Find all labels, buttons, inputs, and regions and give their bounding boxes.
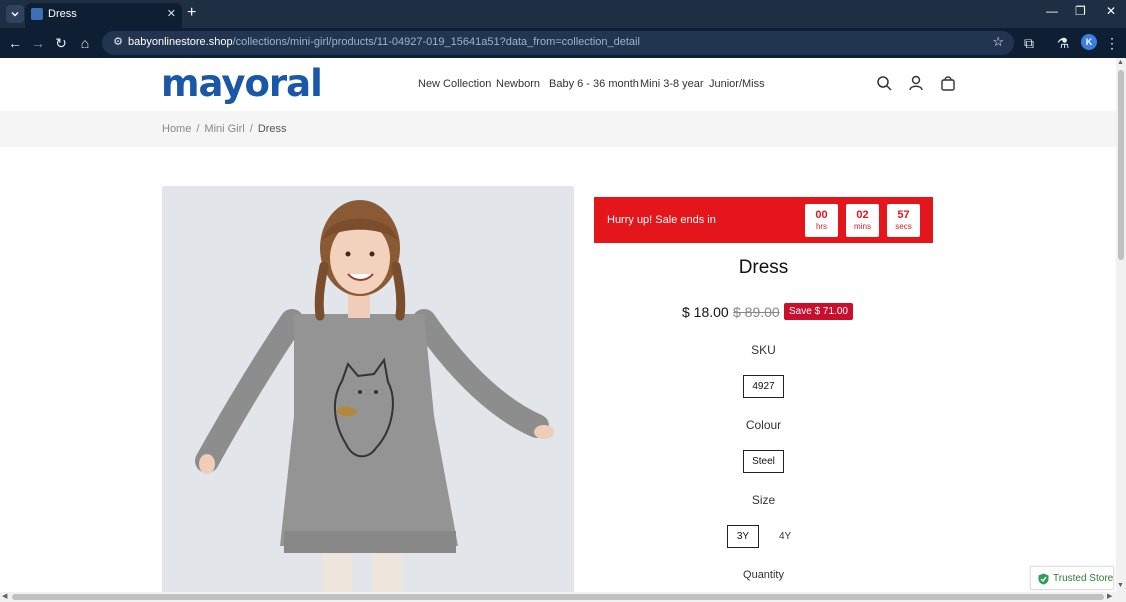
timer-minutes: 02 mins — [846, 204, 879, 237]
minimize-icon[interactable]: — — [1046, 4, 1058, 18]
breadcrumb-separator: / — [249, 123, 253, 135]
timer-hours-value: 00 — [815, 209, 828, 221]
vertical-scrollbar[interactable]: ▲ ▼ — [1116, 58, 1126, 592]
timer-seconds: 57 secs — [887, 204, 920, 237]
product-image[interactable] — [162, 186, 574, 592]
timer-minutes-value: 02 — [856, 209, 869, 221]
cart-bag-icon[interactable] — [939, 74, 957, 92]
compare-price: $ 89.00 — [733, 304, 780, 320]
timer-seconds-unit: secs — [895, 222, 912, 231]
new-tab-button[interactable]: + — [187, 4, 196, 22]
nav-new-collection[interactable]: New Collection — [418, 78, 491, 90]
nav-mini[interactable]: Mini 3-8 year — [640, 78, 704, 90]
url-text[interactable]: babyonlinestore.shop/collections/mini-gi… — [128, 36, 640, 48]
site-logo[interactable]: mayoral — [161, 62, 323, 105]
nav-newborn[interactable]: Newborn — [496, 78, 540, 90]
trusted-store-badge[interactable]: Trusted Store — [1030, 566, 1114, 590]
breadcrumb-current: Dress — [257, 123, 287, 135]
save-badge: Save $ 71.00 — [784, 303, 853, 320]
labs-icon[interactable]: ⚗ — [1054, 34, 1072, 52]
timer-hours: 00 hrs — [805, 204, 838, 237]
product-title: Dress — [738, 257, 789, 278]
size-option-3y[interactable]: 3Y — [727, 525, 759, 548]
profile-avatar[interactable]: K — [1081, 34, 1097, 50]
colour-option-steel[interactable]: Steel — [743, 450, 784, 473]
favicon-icon — [31, 8, 43, 20]
product-photo-illustration — [162, 186, 574, 592]
nav-junior-miss[interactable]: Junior/Miss — [709, 78, 765, 90]
reload-icon[interactable]: ↻ — [52, 34, 70, 52]
vertical-scroll-thumb[interactable] — [1118, 70, 1124, 260]
timer-seconds-value: 57 — [897, 209, 910, 221]
site-header: mayoral New Collection Newborn Baby 6 - … — [0, 58, 1116, 111]
sale-countdown-banner: Hurry up! Sale ends in 00 hrs 02 mins 57… — [594, 197, 933, 243]
tab-title: Dress — [48, 8, 77, 20]
size-option-4y[interactable]: 4Y — [779, 531, 791, 542]
shield-check-icon — [1038, 573, 1049, 585]
url-host: babyonlinestore.shop — [128, 36, 233, 48]
chevron-down-icon — [11, 12, 19, 17]
scroll-left-arrow[interactable]: ◀ — [2, 592, 7, 600]
breadcrumb-mini-girl[interactable]: Mini Girl — [204, 123, 244, 135]
url-path: /collections/mini-girl/products/11-04927… — [232, 36, 640, 48]
timer-hours-unit: hrs — [815, 222, 828, 231]
bookmark-star-icon[interactable]: ☆ — [992, 34, 1004, 50]
forward-icon[interactable]: → — [29, 34, 47, 52]
timer-minutes-unit: mins — [854, 222, 871, 231]
address-bar[interactable]: ⚙ babyonlinestore.shop/collections/mini-… — [102, 31, 1014, 55]
breadcrumb: Home / Mini Girl / Dress — [162, 123, 287, 135]
sale-price: $ 18.00 — [682, 304, 729, 320]
site-info-icon[interactable]: ⚙ — [111, 35, 125, 49]
tab-search-button[interactable] — [6, 5, 24, 23]
web-page: mayoral New Collection Newborn Baby 6 - … — [0, 58, 1116, 592]
menu-kebab-icon[interactable]: ⋮ — [1103, 34, 1121, 52]
browser-toolbar: ← → ↻ ⌂ ⚙ babyonlinestore.shop/collectio… — [0, 28, 1126, 58]
breadcrumb-home[interactable]: Home — [162, 123, 191, 135]
close-icon[interactable]: ✕ — [167, 7, 176, 20]
scroll-up-arrow[interactable]: ▲ — [1117, 59, 1124, 66]
account-icon[interactable] — [907, 74, 925, 92]
size-label: Size — [751, 493, 776, 507]
home-icon[interactable]: ⌂ — [76, 34, 94, 52]
browser-tab-active[interactable]: Dress ✕ — [25, 3, 182, 28]
restore-icon[interactable]: ❐ — [1075, 4, 1086, 18]
colour-label: Colour — [745, 418, 782, 432]
price-row: $ 18.00 $ 89.00 Save $ 71.00 — [594, 302, 933, 322]
extensions-icon[interactable]: ⧉ — [1020, 34, 1038, 52]
scroll-right-arrow[interactable]: ▶ — [1107, 592, 1112, 600]
window-close-icon[interactable]: ✕ — [1106, 4, 1116, 18]
nav-baby[interactable]: Baby 6 - 36 month — [549, 78, 639, 90]
sku-option[interactable]: 4927 — [743, 375, 784, 398]
search-icon[interactable] — [875, 74, 893, 92]
horizontal-scrollbar[interactable]: ◀ ▶ — [0, 592, 1126, 602]
browser-tab-bar: Dress ✕ + — ❐ ✕ — [0, 0, 1126, 28]
sku-label: SKU — [751, 343, 776, 357]
trusted-store-text: Trusted Store — [1053, 573, 1114, 584]
sale-message: Hurry up! Sale ends in — [607, 214, 716, 226]
breadcrumb-separator: / — [196, 123, 200, 135]
quantity-label: Quantity — [743, 569, 784, 581]
scroll-down-arrow[interactable]: ▼ — [1117, 582, 1124, 589]
back-icon[interactable]: ← — [6, 34, 24, 52]
breadcrumb-band: Home / Mini Girl / Dress — [0, 111, 1116, 147]
horizontal-scroll-thumb[interactable] — [12, 594, 1104, 600]
